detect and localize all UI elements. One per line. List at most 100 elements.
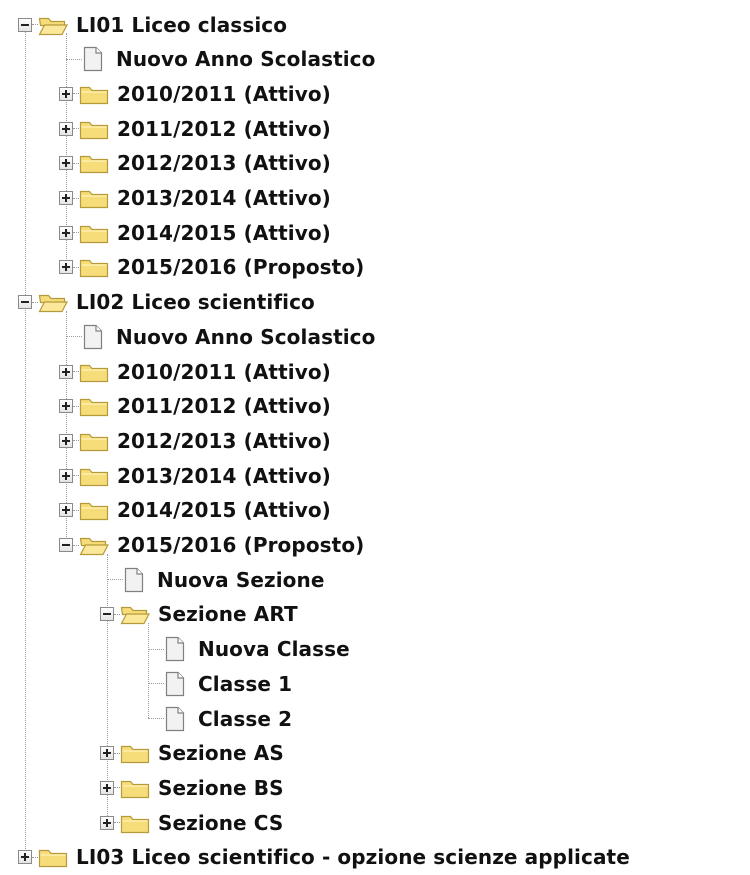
- tree-item-label: Sezione ART: [158, 602, 298, 627]
- expand-icon[interactable]: [59, 86, 73, 101]
- tree-item-label: Sezione AS: [158, 741, 284, 766]
- tree-connector: [66, 58, 82, 60]
- folder-open-icon: [38, 291, 68, 313]
- tree-item-folder[interactable]: 2013/2014 (Attivo): [59, 181, 331, 216]
- tree-item-label: Nuovo Anno Scolastico: [116, 47, 376, 72]
- tree-item-folder[interactable]: 2014/2015 (Attivo): [59, 493, 331, 528]
- tree-item-folder[interactable]: Sezione BS: [100, 770, 284, 805]
- collapse-icon[interactable]: [18, 17, 32, 32]
- folder-icon: [79, 499, 109, 521]
- folder-icon: [120, 812, 150, 834]
- collapse-icon[interactable]: [100, 607, 114, 622]
- tree-item-label: Nuova Classe: [198, 637, 350, 662]
- tree-item-folder[interactable]: LI01 Liceo classico: [18, 7, 287, 42]
- tree-item-label: 2015/2016 (Proposto): [117, 533, 365, 557]
- folder-icon: [38, 846, 68, 868]
- tree-item-file[interactable]: Nuovo Anno Scolastico: [59, 319, 375, 354]
- tree-item-folder[interactable]: 2012/2013 (Attivo): [59, 146, 331, 181]
- tree-connector: [148, 683, 164, 685]
- tree-item-folder[interactable]: Sezione CS: [100, 805, 283, 840]
- folder-icon: [120, 777, 150, 799]
- folder-icon: [79, 152, 109, 174]
- tree-item-folder[interactable]: Sezione AS: [100, 736, 284, 771]
- expand-icon[interactable]: [59, 225, 73, 240]
- tree-item-label: 2011/2012 (Attivo): [117, 394, 331, 419]
- tree-item-file[interactable]: Nuova Sezione: [100, 562, 325, 597]
- expand-icon[interactable]: [18, 850, 32, 865]
- folder-icon: [79, 222, 109, 244]
- tree-item-label: Sezione BS: [158, 775, 284, 800]
- tree-item-folder[interactable]: 2014/2015 (Attivo): [59, 215, 331, 250]
- folder-open-icon: [79, 534, 109, 556]
- tree-connector: [107, 579, 123, 581]
- folder-icon: [79, 430, 109, 452]
- folder-open-icon: [120, 603, 150, 625]
- tree-connector: [66, 336, 82, 338]
- document-icon: [82, 46, 104, 72]
- tree-item-label: 2012/2013 (Attivo): [117, 151, 331, 176]
- tree-item-label: 2010/2011 (Attivo): [117, 81, 331, 106]
- expand-icon[interactable]: [100, 780, 114, 795]
- expand-icon[interactable]: [59, 503, 73, 518]
- tree-item-label: 2011/2012 (Attivo): [117, 116, 331, 141]
- tree-item-label: LI03 Liceo scientifico - opzione scienze…: [76, 845, 630, 870]
- tree-item-folder[interactable]: LI02 Liceo scientifico: [18, 285, 315, 320]
- expand-icon[interactable]: [100, 746, 114, 761]
- tree-connector: [148, 718, 164, 719]
- tree-item-folder[interactable]: 2012/2013 (Attivo): [59, 423, 331, 458]
- tree-item-label: 2012/2013 (Attivo): [117, 428, 331, 453]
- tree-item-folder[interactable]: LI03 Liceo scientifico - opzione scienze…: [18, 840, 630, 875]
- collapse-icon[interactable]: [18, 295, 32, 310]
- tree-view: LI01 Liceo classico Nuovo Anno Scolastico…: [0, 0, 750, 874]
- folder-icon: [79, 395, 109, 417]
- tree-item-folder[interactable]: 2015/2016 (Proposto): [59, 250, 364, 285]
- document-icon: [82, 324, 104, 350]
- folder-icon: [79, 187, 109, 209]
- tree-item-label: 2013/2014 (Attivo): [117, 463, 331, 488]
- tree-item-label: LI01 Liceo classico: [76, 12, 288, 37]
- tree-item-folder[interactable]: 2011/2012 (Attivo): [59, 389, 331, 424]
- tree-item-label: 2013/2014 (Attivo): [117, 186, 331, 210]
- tree-item-label: Classe 1: [198, 671, 293, 696]
- document-icon: [123, 567, 145, 593]
- tree-item-file[interactable]: Nuovo Anno Scolastico: [59, 42, 375, 77]
- folder-icon: [79, 83, 109, 105]
- tree-item-folder[interactable]: 2011/2012 (Attivo): [59, 111, 331, 146]
- expand-icon[interactable]: [59, 156, 73, 171]
- tree-item-file[interactable]: Classe 2: [141, 701, 292, 736]
- tree-item-label: Sezione CS: [158, 810, 284, 835]
- tree-item-folder[interactable]: 2010/2011 (Attivo): [59, 354, 331, 389]
- tree-item-folder[interactable]: 2013/2014 (Attivo): [59, 458, 331, 493]
- folder-icon: [79, 361, 109, 383]
- tree-item-folder[interactable]: 2010/2011 (Attivo): [59, 76, 331, 111]
- folder-icon: [120, 742, 150, 764]
- document-icon: [164, 706, 186, 732]
- tree-item-label: Classe 2: [198, 706, 293, 731]
- collapse-icon[interactable]: [59, 538, 73, 552]
- expand-icon[interactable]: [59, 191, 73, 205]
- expand-icon[interactable]: [59, 433, 73, 448]
- tree-item-folder[interactable]: Sezione ART: [100, 597, 298, 632]
- expand-icon[interactable]: [59, 468, 73, 483]
- folder-icon: [79, 465, 109, 487]
- expand-icon[interactable]: [59, 121, 73, 136]
- folder-open-icon: [38, 14, 68, 36]
- tree-item-label: Nuova Sezione: [157, 567, 325, 592]
- expand-icon[interactable]: [59, 364, 73, 379]
- tree-item-file[interactable]: Classe 1: [141, 666, 292, 701]
- tree-item-label: Nuovo Anno Scolastico: [116, 324, 376, 349]
- tree-item-label: LI02 Liceo scientifico: [76, 290, 315, 315]
- tree-item-folder[interactable]: 2015/2016 (Proposto): [59, 528, 364, 563]
- folder-icon: [79, 118, 109, 140]
- folder-icon: [79, 256, 109, 278]
- tree-item-label: 2015/2016 (Proposto): [117, 255, 365, 280]
- expand-icon[interactable]: [59, 260, 73, 275]
- tree-guide-line: [25, 24, 26, 858]
- tree-connector: [148, 648, 164, 650]
- expand-icon[interactable]: [59, 399, 73, 414]
- tree-item-file[interactable]: Nuova Classe: [141, 632, 350, 667]
- document-icon: [164, 671, 186, 697]
- document-icon: [164, 636, 186, 662]
- tree-item-label: 2010/2011 (Attivo): [117, 359, 331, 384]
- expand-icon[interactable]: [100, 815, 114, 830]
